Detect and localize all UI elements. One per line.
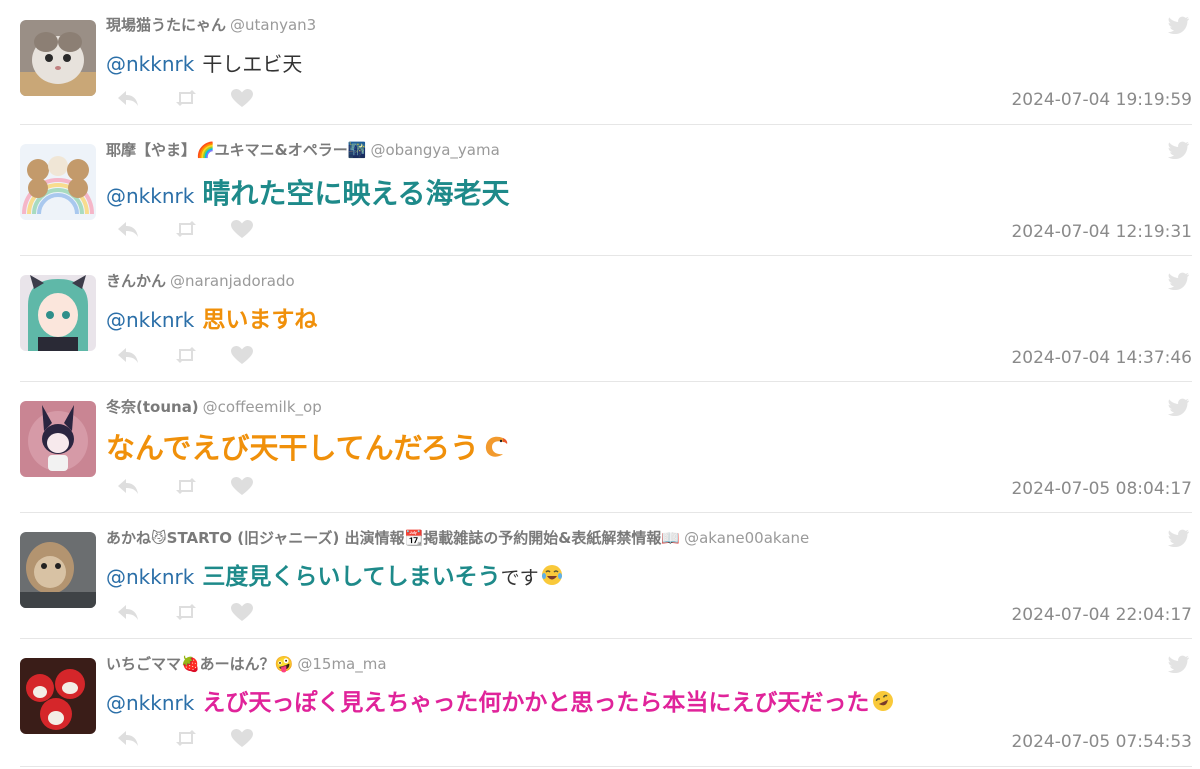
tweet-item: 冬奈(touna) @coffeemilk_op なんでえび天干してんだろう 20… — [0, 382, 1200, 513]
user-handle[interactable]: @naranjadorado — [170, 272, 295, 290]
avatar[interactable] — [20, 275, 96, 351]
tweet-feed: 現場猫うたにゃん @utanyan3 @nkknrk 干しエビ天 2024-07-0… — [0, 0, 1200, 769]
twitter-bird-icon[interactable] — [1168, 398, 1190, 417]
shrimp-emoji-icon — [483, 432, 509, 475]
tweet-message: 晴れた空に映える海老天 — [202, 177, 510, 210]
like-icon[interactable] — [230, 219, 254, 239]
avatar[interactable] — [20, 658, 96, 734]
retweet-icon[interactable] — [174, 345, 198, 365]
tweet-item: 現場猫うたにゃん @utanyan3 @nkknrk 干しエビ天 2024-07-0… — [0, 0, 1200, 125]
tweet-actions — [116, 345, 256, 367]
twitter-bird-icon[interactable] — [1168, 655, 1190, 674]
user-handle[interactable]: @coffeemilk_op — [203, 398, 322, 416]
tweet-actions — [116, 219, 256, 241]
twitter-bird-icon[interactable] — [1168, 529, 1190, 548]
avatar[interactable] — [20, 401, 96, 477]
tweet-actions — [116, 728, 256, 750]
retweet-icon[interactable] — [174, 602, 198, 622]
tweet-timestamp[interactable]: 2024-07-04 12:19:31 — [1011, 222, 1192, 242]
retweet-icon[interactable] — [174, 476, 198, 496]
tweet-message: 干しエビ天 — [202, 52, 303, 76]
retweet-icon[interactable] — [174, 88, 198, 108]
tweet-message: 思いますね — [202, 307, 318, 333]
user-handle[interactable]: @akane00akane — [684, 529, 809, 547]
reply-icon[interactable] — [116, 476, 140, 496]
tweet-text: なんでえび天干してんだろう — [106, 428, 509, 475]
tweet-actions — [116, 602, 256, 624]
tweet-timestamp[interactable]: 2024-07-05 07:54:53 — [1011, 732, 1192, 752]
user-name[interactable]: あかね😼STARTO (旧ジャニーズ) 出演情報📆掲載雑誌の予約開始&表紙解禁情… — [106, 529, 680, 547]
user-handle[interactable]: @utanyan3 — [230, 16, 316, 34]
twitter-bird-icon[interactable] — [1168, 16, 1190, 35]
user-name[interactable]: 現場猫うたにゃん — [106, 16, 226, 34]
tweet-item: あかね😼STARTO (旧ジャニーズ) 出演情報📆掲載雑誌の予約開始&表紙解禁情… — [0, 513, 1200, 639]
twitter-bird-icon[interactable] — [1168, 272, 1190, 291]
user-handle[interactable]: @15ma_ma — [297, 655, 386, 673]
tweet-actions — [116, 88, 256, 110]
tweet-header: きんかん @naranjadorado — [106, 271, 295, 291]
tweet-header: 現場猫うたにゃん @utanyan3 — [106, 15, 316, 35]
tweet-header: あかね😼STARTO (旧ジャニーズ) 出演情報📆掲載雑誌の予約開始&表紙解禁情… — [106, 528, 809, 548]
tweet-header: 冬奈(touna) @coffeemilk_op — [106, 397, 322, 417]
tweet-text: @nkknrk えび天っぽく見えちゃった何かかと思ったら本当にえび天だった — [106, 688, 895, 723]
reply-icon[interactable] — [116, 88, 140, 108]
tweet-text: @nkknrk 三度見くらいしてしまいそうです — [106, 562, 563, 596]
avatar[interactable] — [20, 144, 96, 220]
user-name[interactable]: きんかん — [106, 272, 166, 290]
user-handle[interactable]: @obangya_yama — [370, 141, 499, 159]
tweet-text: @nkknrk 干しエビ天 — [106, 50, 302, 80]
reply-icon[interactable] — [116, 219, 140, 239]
reply-icon[interactable] — [116, 728, 140, 748]
tweet-message: えび天っぽく見えちゃった何かかと思ったら本当にえび天だった — [202, 690, 870, 716]
tweet-text: @nkknrk 思いますね — [106, 305, 317, 337]
like-icon[interactable] — [230, 602, 254, 622]
tweet-header: 耶摩【やま】🌈ユキマニ&オペラー🌃 @obangya_yama — [106, 140, 500, 160]
twitter-bird-icon[interactable] — [1168, 141, 1190, 160]
rofl-emoji-icon — [871, 689, 895, 723]
tweet-timestamp[interactable]: 2024-07-04 14:37:46 — [1011, 348, 1192, 368]
mention-link[interactable]: @nkknrk — [106, 691, 194, 715]
reply-icon[interactable] — [116, 345, 140, 365]
user-name[interactable]: 冬奈(touna) — [106, 398, 199, 416]
retweet-icon[interactable] — [174, 219, 198, 239]
like-icon[interactable] — [230, 345, 254, 365]
avatar[interactable] — [20, 20, 96, 96]
tweet-item: 耶摩【やま】🌈ユキマニ&オペラー🌃 @obangya_yama @nkknrk 晴れ… — [0, 125, 1200, 256]
tweet-timestamp[interactable]: 2024-07-05 08:04:17 — [1011, 479, 1192, 499]
tweet-message: 三度見くらいしてしまいそう — [202, 564, 501, 590]
like-icon[interactable] — [230, 728, 254, 748]
tweet-timestamp[interactable]: 2024-07-04 19:19:59 — [1011, 90, 1192, 110]
tweet-item: きんかん @naranjadorado @nkknrk 思いますね 2024-07-… — [0, 256, 1200, 382]
mention-link[interactable]: @nkknrk — [106, 308, 194, 332]
avatar[interactable] — [20, 532, 96, 608]
tweet-actions — [116, 476, 256, 498]
like-icon[interactable] — [230, 476, 254, 496]
mention-link[interactable]: @nkknrk — [106, 184, 194, 208]
tweet-message: なんでえび天干してんだろう — [106, 431, 479, 465]
tears-of-joy-emoji-icon — [541, 564, 563, 596]
retweet-icon[interactable] — [174, 728, 198, 748]
tweet-header: いちごママ🍓あーはん？🤪 @15ma_ma — [106, 654, 387, 674]
mention-link[interactable]: @nkknrk — [106, 52, 194, 76]
tweet-item: いちごママ🍓あーはん？🤪 @15ma_ma @nkknrk えび天っぽく見えちゃった… — [0, 639, 1200, 767]
reply-icon[interactable] — [116, 602, 140, 622]
tweet-message-suffix: です — [500, 567, 539, 589]
mention-link[interactable]: @nkknrk — [106, 565, 194, 589]
user-name[interactable]: いちごママ🍓あーはん？🤪 — [106, 655, 293, 673]
tweet-timestamp[interactable]: 2024-07-04 22:04:17 — [1011, 605, 1192, 625]
user-name[interactable]: 耶摩【やま】🌈ユキマニ&オペラー🌃 — [106, 141, 366, 159]
tweet-divider — [20, 766, 1192, 767]
tweet-text: @nkknrk 晴れた空に映える海老天 — [106, 176, 510, 216]
like-icon[interactable] — [230, 88, 254, 108]
